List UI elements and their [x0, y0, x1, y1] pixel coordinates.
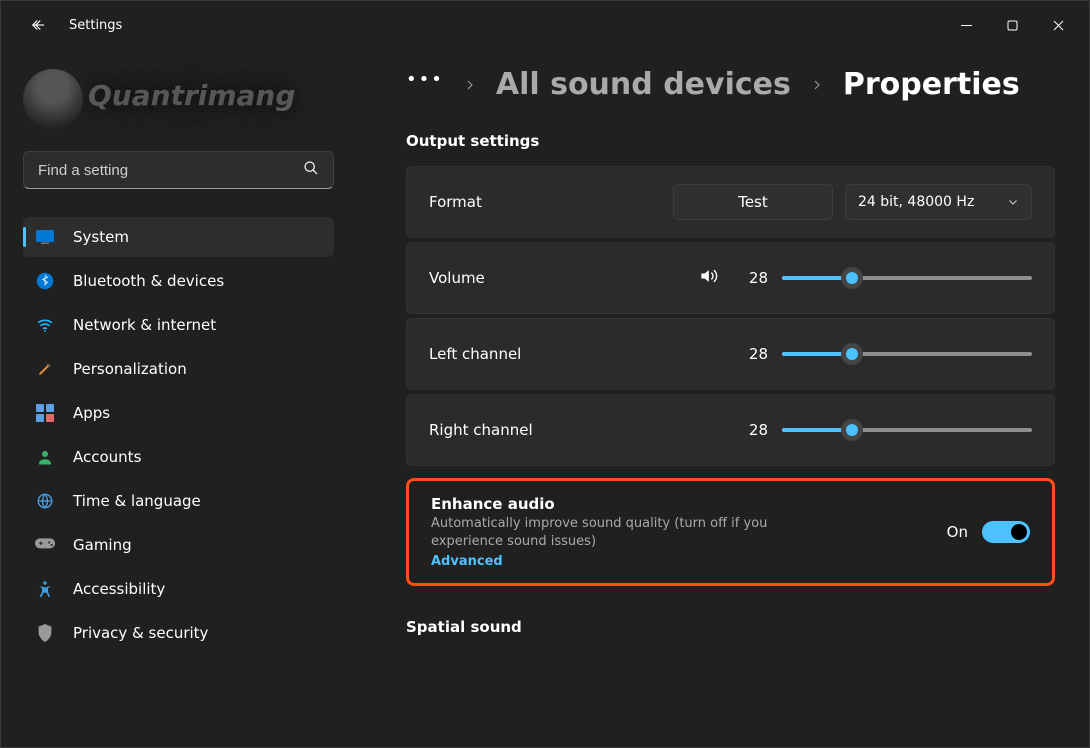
shield-icon [35, 623, 55, 643]
profile[interactable]: Quantrimang [23, 61, 334, 137]
close-icon [1053, 20, 1064, 31]
sidebar-item-label: Network & internet [73, 316, 216, 334]
gamepad-icon [35, 535, 55, 555]
person-icon [35, 447, 55, 467]
avatar [23, 69, 83, 129]
nav: System Bluetooth & devices Network & int… [23, 217, 334, 653]
title-bar: Settings [1, 1, 1089, 49]
sidebar-item-accounts[interactable]: Accounts [23, 437, 334, 477]
volume-row: Volume 28 [406, 242, 1055, 314]
search-input[interactable] [38, 162, 303, 179]
test-button-label: Test [738, 193, 768, 211]
speaker-icon[interactable] [698, 266, 718, 290]
volume-slider[interactable] [782, 268, 1032, 288]
sidebar-item-label: Privacy & security [73, 624, 208, 642]
volume-value: 28 [740, 269, 768, 287]
sidebar-item-label: Gaming [73, 536, 132, 554]
bluetooth-icon [35, 271, 55, 291]
main-panel: ••• All sound devices Properties Output … [356, 49, 1089, 747]
close-button[interactable] [1035, 9, 1081, 41]
sidebar-item-privacy[interactable]: Privacy & security [23, 613, 334, 653]
right-channel-value: 28 [740, 421, 768, 439]
maximize-icon [1007, 20, 1018, 31]
left-channel-row: Left channel 28 [406, 318, 1055, 390]
sidebar-item-label: Accessibility [73, 580, 165, 598]
sidebar-item-label: Personalization [73, 360, 187, 378]
left-channel-slider[interactable] [782, 344, 1032, 364]
sidebar-item-label: System [73, 228, 129, 246]
breadcrumb-current: Properties [843, 67, 1020, 102]
right-channel-label: Right channel [429, 421, 533, 439]
format-label: Format [429, 193, 482, 211]
breadcrumb: ••• All sound devices Properties [406, 67, 1055, 102]
right-channel-slider[interactable] [782, 420, 1032, 440]
sidebar-item-bluetooth[interactable]: Bluetooth & devices [23, 261, 334, 301]
minimize-icon [961, 20, 972, 31]
sidebar-item-label: Apps [73, 404, 110, 422]
sidebar: Quantrimang System Bluetooth & devices [1, 49, 356, 747]
left-channel-value: 28 [740, 345, 768, 363]
slider-thumb[interactable] [841, 419, 863, 441]
maximize-button[interactable] [989, 9, 1035, 41]
chevron-right-icon [811, 77, 823, 93]
right-channel-row: Right channel 28 [406, 394, 1055, 466]
search-icon [303, 160, 319, 180]
format-select-value: 24 bit, 48000 Hz [858, 194, 974, 210]
apps-icon [35, 403, 55, 423]
accessibility-icon [35, 579, 55, 599]
sidebar-item-label: Time & language [73, 492, 201, 510]
breadcrumb-more[interactable]: ••• [406, 71, 444, 99]
back-button[interactable] [23, 10, 53, 40]
slider-thumb[interactable] [841, 343, 863, 365]
format-row: Format Test 24 bit, 48000 Hz [406, 166, 1055, 238]
enhance-audio-advanced-link[interactable]: Advanced [431, 554, 831, 569]
chevron-down-icon [1007, 196, 1019, 208]
search-field[interactable] [23, 151, 334, 189]
display-icon [35, 227, 55, 247]
sidebar-item-system[interactable]: System [23, 217, 334, 257]
sidebar-item-label: Accounts [73, 448, 141, 466]
sidebar-item-personalization[interactable]: Personalization [23, 349, 334, 389]
section-spatial-label: Spatial sound [406, 618, 1055, 636]
breadcrumb-all-devices[interactable]: All sound devices [496, 67, 791, 102]
volume-label: Volume [429, 269, 485, 287]
watermark: Quantrimang [88, 79, 295, 112]
enhance-audio-title: Enhance audio [431, 495, 831, 513]
wifi-icon [35, 315, 55, 335]
enhance-audio-card: Enhance audio Automatically improve soun… [406, 478, 1055, 586]
window-title: Settings [69, 18, 122, 33]
globe-clock-icon [35, 491, 55, 511]
sidebar-item-network[interactable]: Network & internet [23, 305, 334, 345]
left-channel-label: Left channel [429, 345, 521, 363]
enhance-audio-toggle[interactable] [982, 521, 1030, 543]
section-output-label: Output settings [406, 132, 1055, 150]
chevron-right-icon [464, 77, 476, 93]
test-button[interactable]: Test [673, 184, 833, 220]
sidebar-item-label: Bluetooth & devices [73, 272, 224, 290]
sidebar-item-gaming[interactable]: Gaming [23, 525, 334, 565]
sidebar-item-time[interactable]: Time & language [23, 481, 334, 521]
minimize-button[interactable] [943, 9, 989, 41]
enhance-audio-description: Automatically improve sound quality (tur… [431, 515, 831, 550]
format-select[interactable]: 24 bit, 48000 Hz [845, 184, 1032, 220]
sidebar-item-accessibility[interactable]: Accessibility [23, 569, 334, 609]
window-controls [943, 9, 1081, 41]
paintbrush-icon [35, 359, 55, 379]
slider-thumb[interactable] [841, 267, 863, 289]
sidebar-item-apps[interactable]: Apps [23, 393, 334, 433]
enhance-audio-state: On [947, 523, 968, 541]
